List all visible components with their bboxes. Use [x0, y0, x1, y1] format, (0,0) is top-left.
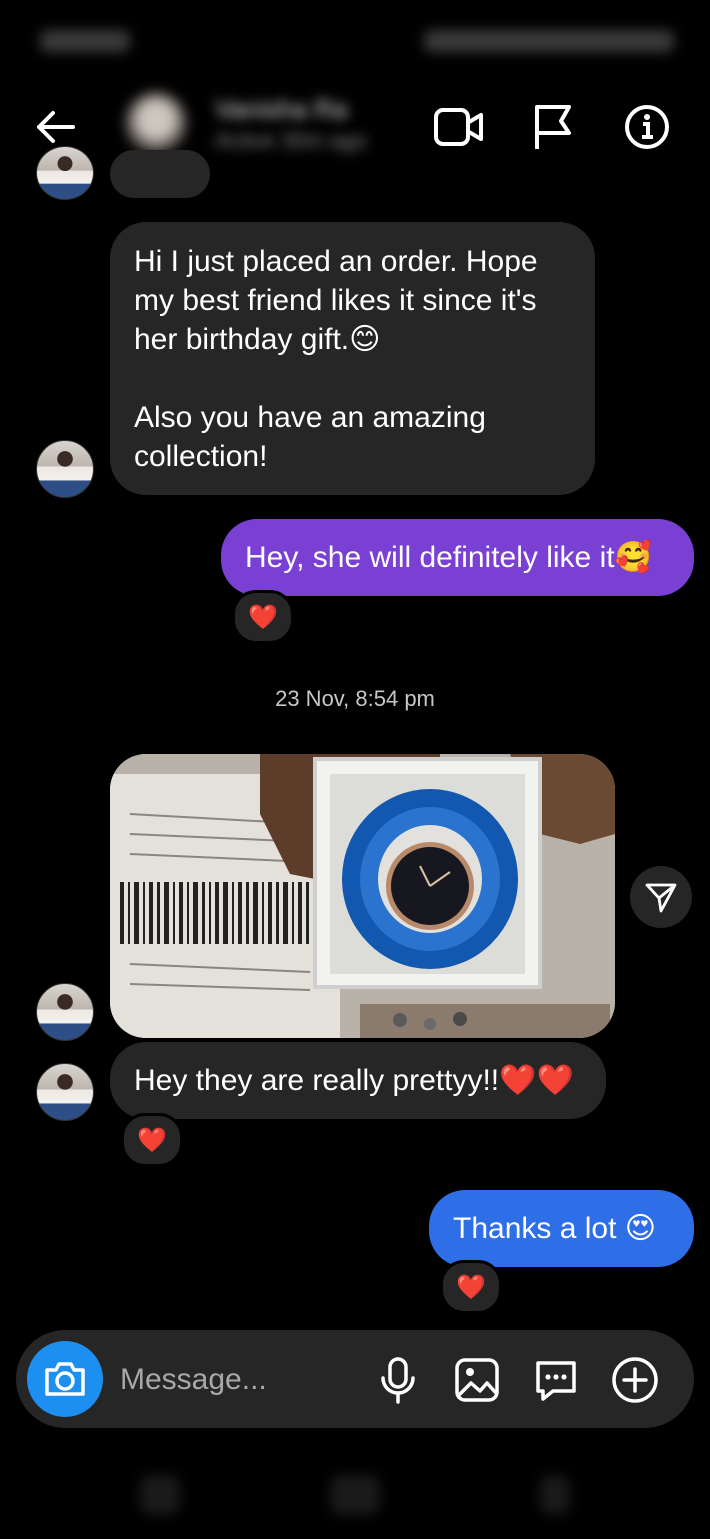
chat-bubble-icon — [536, 1361, 576, 1401]
heart-eyes-emoji: 😍 — [624, 1212, 657, 1245]
contact-avatar[interactable] — [125, 92, 187, 154]
chat-header: Vanisha Ra Active 30m ago — [0, 80, 710, 170]
contact-avatar-small — [36, 983, 94, 1041]
plus-circle-icon — [612, 1357, 658, 1403]
message-text-line: Hi I just placed an order. Hope — [134, 245, 538, 278]
outgoing-message-bubble[interactable]: Thanks a lot 😍 — [429, 1190, 694, 1267]
camera-icon — [45, 1362, 85, 1396]
incoming-message-bubble[interactable]: Hi I just placed an order. Hope my best … — [110, 222, 595, 495]
heart-icon: ❤️ — [137, 1126, 167, 1154]
video-call-button[interactable] — [430, 98, 488, 156]
contact-name[interactable]: Vanisha Ra — [215, 94, 348, 125]
smile-emoji: 😊 — [349, 323, 381, 356]
gallery-button[interactable] — [451, 1354, 503, 1406]
video-call-icon — [434, 108, 483, 146]
incoming-message-bubble[interactable]: Hey they are really prettyy!!❤️❤️ — [110, 1042, 606, 1119]
heart-icon: ❤️ — [248, 603, 278, 631]
contact-status: Active 30m ago — [215, 128, 367, 153]
system-back-button[interactable] — [540, 1475, 570, 1515]
message-text: Thanks a lot — [453, 1212, 617, 1245]
heart-icon: ❤️ — [456, 1273, 486, 1301]
photo-image — [110, 754, 615, 1038]
send-icon — [645, 883, 677, 913]
status-time — [40, 30, 130, 52]
sticker-button[interactable] — [530, 1354, 582, 1406]
heart-reaction[interactable]: ❤️ — [440, 1260, 502, 1314]
flag-icon — [535, 105, 571, 149]
system-navigation-bar — [0, 1455, 710, 1535]
status-icons — [424, 30, 674, 52]
image-icon — [455, 1358, 499, 1402]
arrow-left-icon — [37, 111, 75, 143]
share-button[interactable] — [630, 866, 692, 928]
photo-message[interactable] — [110, 754, 615, 1038]
message-text: Hey, she will definitely like it — [245, 541, 615, 574]
contact-avatar-small — [36, 440, 94, 498]
previous-message-bubble[interactable] — [110, 150, 210, 198]
date-separator: 23 Nov, 8:54 pm — [275, 686, 435, 711]
more-options-button[interactable] — [609, 1354, 661, 1406]
message-composer — [16, 1330, 694, 1428]
contact-avatar-small — [36, 1063, 94, 1121]
hearts-emoji: ❤️❤️ — [499, 1064, 574, 1097]
message-input[interactable] — [118, 1356, 372, 1404]
outgoing-message-bubble[interactable]: Hey, she will definitely like it🥰 — [221, 519, 694, 596]
camera-button[interactable] — [27, 1341, 103, 1417]
home-button[interactable] — [330, 1475, 380, 1515]
info-button[interactable] — [618, 98, 676, 156]
heart-reaction[interactable]: ❤️ — [232, 590, 294, 644]
recent-apps-button[interactable] — [140, 1475, 180, 1515]
report-button[interactable] — [524, 98, 582, 156]
smiling-hearts-emoji: 🥰 — [614, 541, 652, 574]
microphone-icon — [381, 1357, 415, 1404]
message-text-line: Also you have an amazing — [134, 401, 486, 434]
message-text-line: her birthday gift. — [134, 323, 350, 356]
voice-message-button[interactable] — [372, 1354, 424, 1406]
status-bar — [0, 18, 710, 68]
contact-avatar-small — [36, 146, 94, 200]
info-icon — [625, 105, 669, 149]
heart-reaction[interactable]: ❤️ — [121, 1113, 183, 1167]
message-text-line: collection! — [134, 440, 268, 473]
message-text-line: my best friend likes it since it's — [134, 284, 537, 317]
message-text: Hey they are really prettyy!! — [134, 1064, 500, 1097]
